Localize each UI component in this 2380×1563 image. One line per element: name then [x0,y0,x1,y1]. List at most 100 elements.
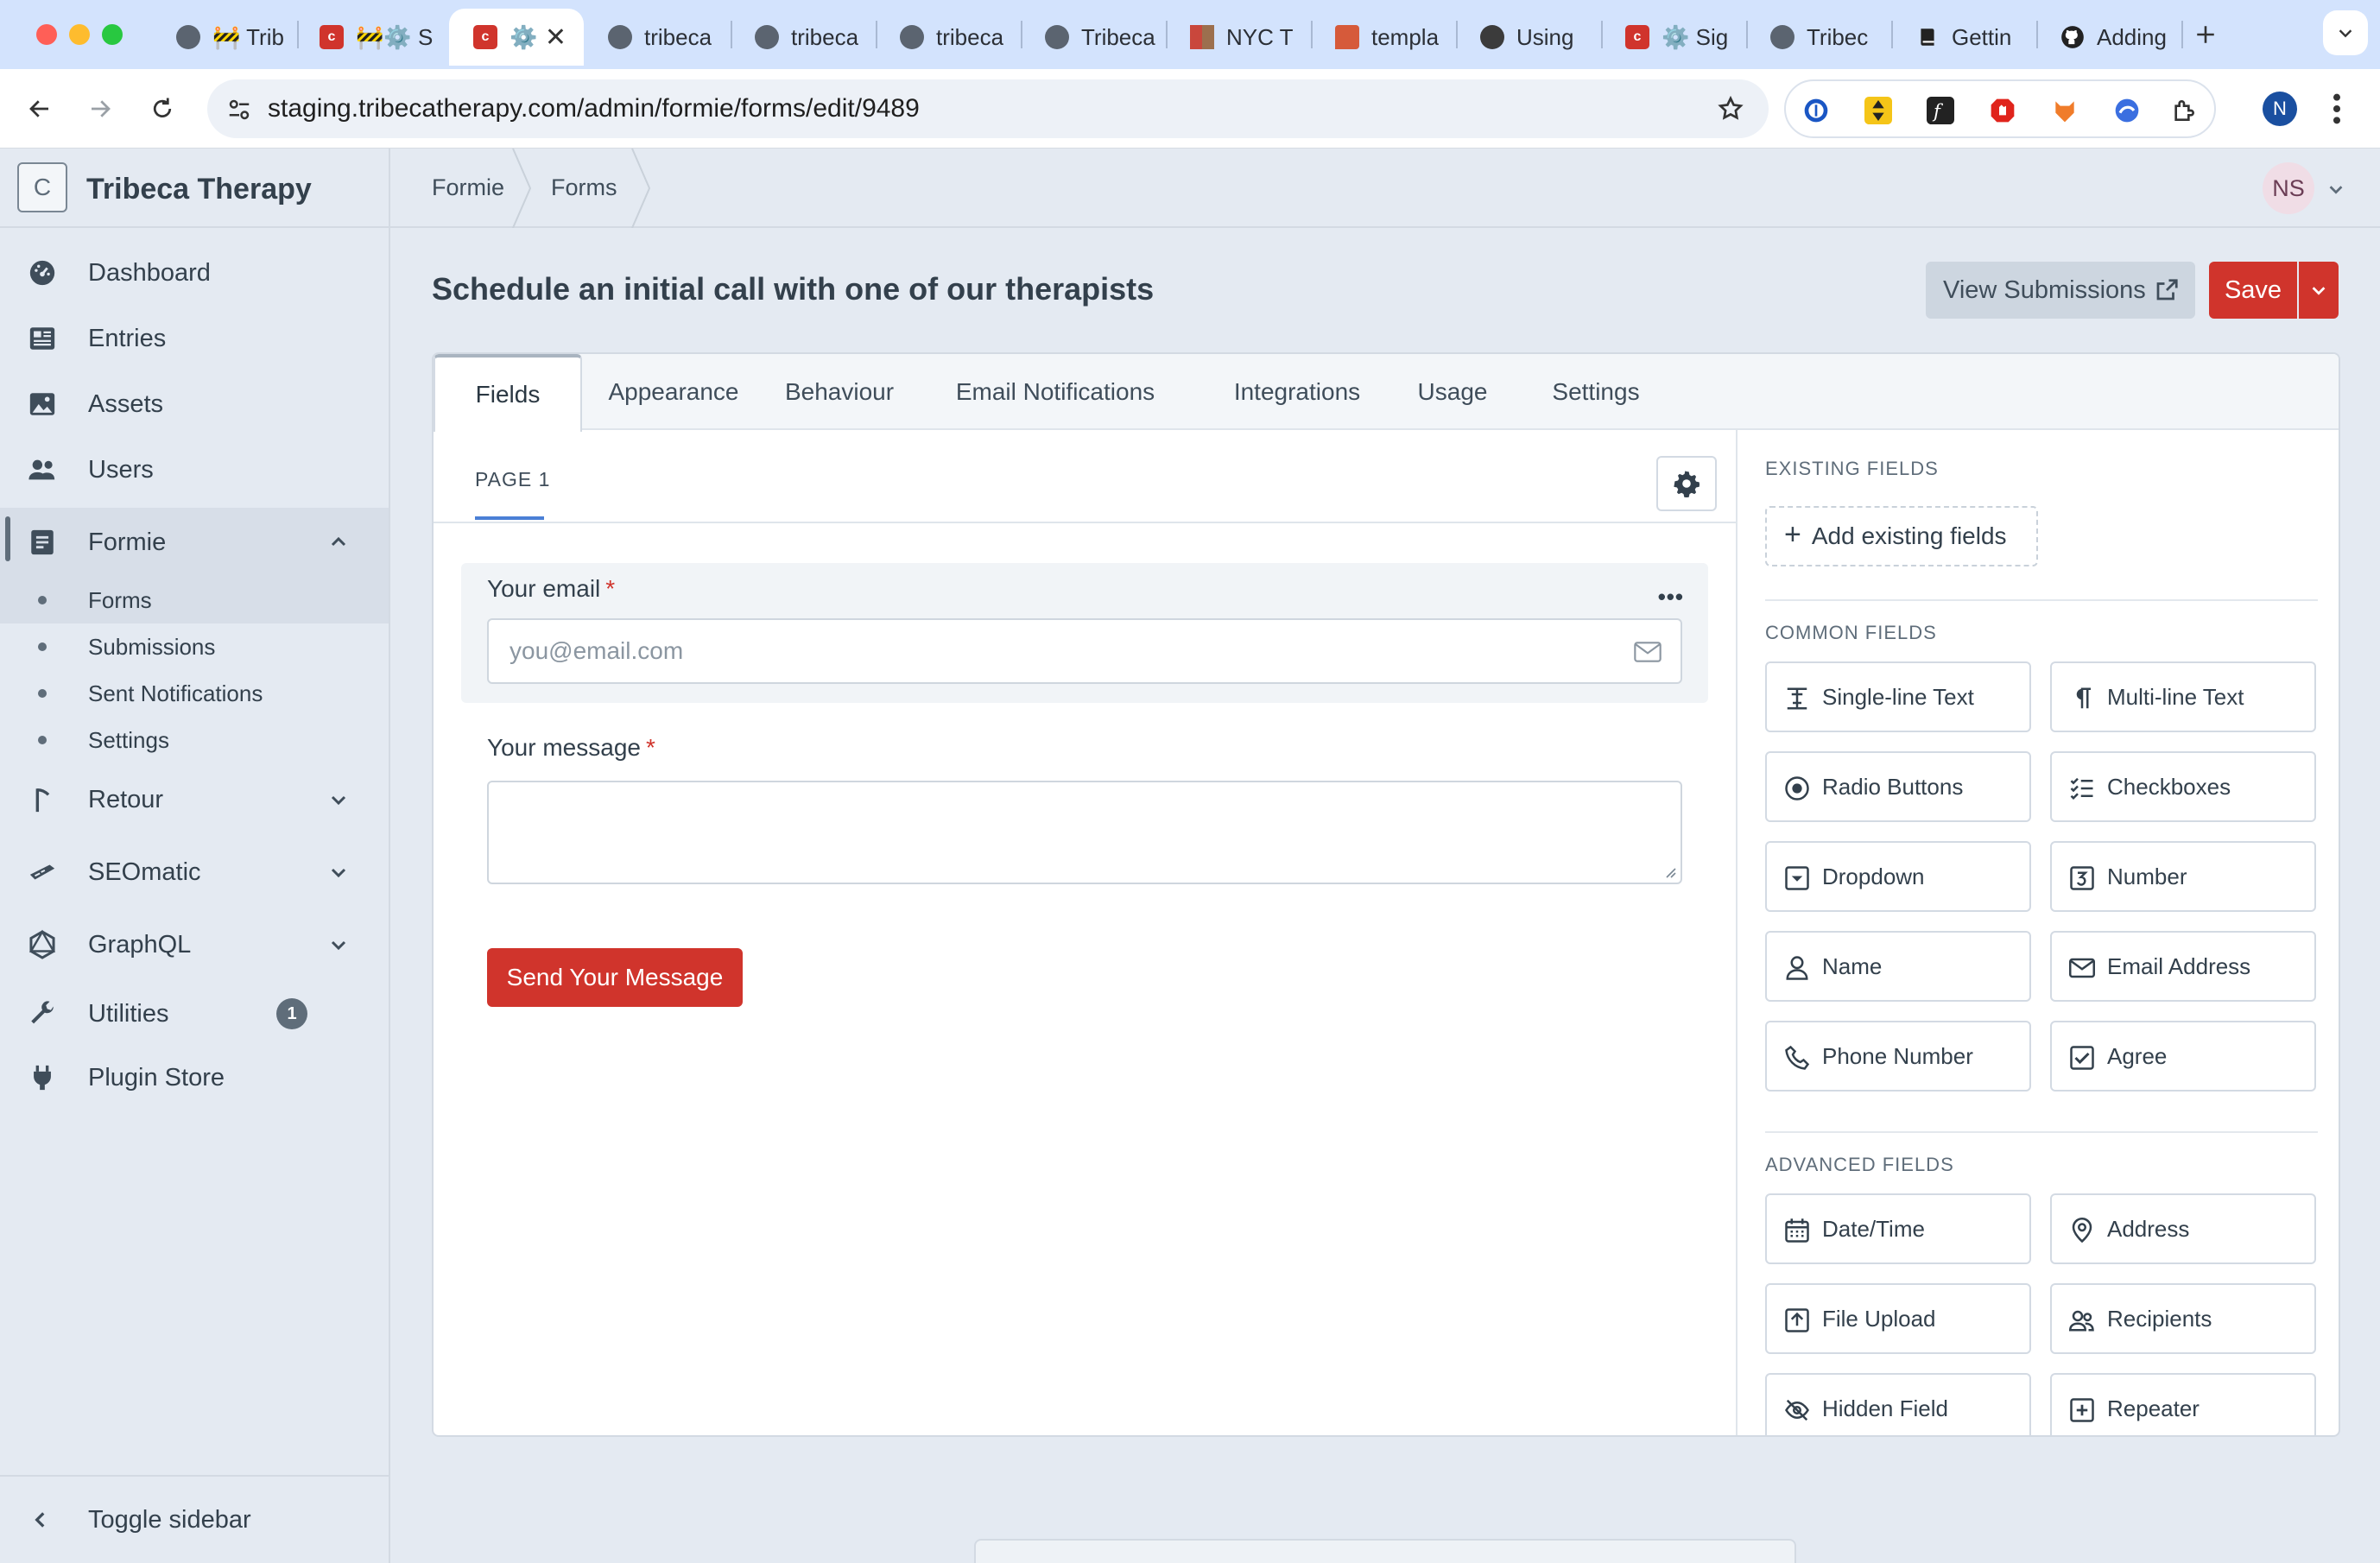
window-close-control[interactable] [36,24,57,45]
back-arrow-icon[interactable] [21,90,59,128]
sidebar-item-formie[interactable]: Formie [0,508,389,577]
email-field-block[interactable]: Your email * ••• you@email.com [461,563,1708,703]
chevron-down-icon[interactable] [328,789,349,810]
breadcrumb-separator [511,149,532,228]
site-settings-icon[interactable] [226,97,252,123]
email-input[interactable]: you@email.com [487,618,1682,684]
field-type-repeater[interactable]: Repeater [2050,1373,2316,1435]
tab-usage[interactable]: Usage [1401,354,1504,430]
browser-tab[interactable]: 🚧 Trib [152,9,295,66]
address-bar[interactable]: staging.tribecatherapy.com/admin/formie/… [207,79,1769,138]
reload-icon[interactable] [143,90,181,128]
field-type-dropdown[interactable]: Dropdown [1765,841,2031,912]
browser-tab[interactable]: NYC T [1166,9,1309,66]
sidebar-item-assets[interactable]: Assets [0,373,389,435]
field-type-recipients[interactable]: Recipients [2050,1283,2316,1354]
field-type-date-time[interactable]: Date/Time [1765,1193,2031,1264]
toggle-sidebar-button[interactable]: Toggle sidebar [0,1475,389,1563]
tab-email-notifications[interactable]: Email Notifications [926,354,1185,430]
submit-button[interactable]: Send Your Message [487,948,743,1007]
tab-behaviour[interactable]: Behaviour [762,354,917,430]
sidebar-item-retour[interactable]: Retour [0,769,389,831]
sidebar-item-dashboard[interactable]: Dashboard [0,242,389,304]
browser-tab[interactable]: tribeca [731,9,874,66]
site-logo[interactable]: C [17,162,67,212]
window-zoom-control[interactable] [102,24,123,45]
browser-tab[interactable]: tribeca [584,9,727,66]
field-type-multi-line-text[interactable]: Multi-line Text [2050,661,2316,732]
extensions-puzzle-icon[interactable] [2169,96,2199,125]
sidebar-item-utilities[interactable]: Utilities 1 [0,983,389,1045]
field-type-name[interactable]: Name [1765,931,2031,1002]
field-type-hidden-field[interactable]: Hidden Field [1765,1373,2031,1435]
breadcrumb-forms[interactable]: Forms [551,174,617,201]
tab-settings[interactable]: Settings [1518,354,1674,430]
field-more-options-icon[interactable]: ••• [1658,584,1684,611]
chevron-up-icon[interactable] [328,532,349,553]
sidebar-item-plugin-store[interactable]: Plugin Store [0,1047,389,1109]
sidebar-subitem-submissions[interactable]: Submissions [0,623,389,670]
view-submissions-button[interactable]: View Submissions [1926,262,2195,319]
close-tab-icon[interactable]: ✕ [545,22,567,53]
resize-grip-icon[interactable] [1662,864,1677,879]
forward-arrow-icon[interactable] [81,90,119,128]
sidebar-subitem-forms[interactable]: Forms [0,577,389,623]
sidebar-subitem-sent-notifications[interactable]: Sent Notifications [0,670,389,717]
field-type-checkboxes[interactable]: Checkboxes [2050,751,2316,822]
checklist-icon [2069,775,2095,801]
field-type-single-line-text[interactable]: Single-line Text [1765,661,2031,732]
page-tab[interactable]: PAGE 1 [475,468,550,491]
fox-extension-icon[interactable] [2050,96,2079,125]
sidebar-item-entries[interactable]: Entries [0,307,389,370]
site-name[interactable]: Tribeca Therapy [86,173,312,206]
save-button[interactable]: Save [2209,262,2297,319]
browser-tab[interactable]: Tribeca [1021,9,1164,66]
browser-tab[interactable]: c 🚧⚙️ S [295,9,439,66]
breadcrumb-formie[interactable]: Formie [432,174,504,201]
field-type-email-address[interactable]: Email Address [2050,931,2316,1002]
chevron-down-icon[interactable] [328,934,349,955]
page-settings-button[interactable] [1656,456,1717,511]
new-tab-plus-icon[interactable] [2188,17,2223,52]
user-avatar[interactable]: NS [2263,162,2314,214]
field-type-phone-number[interactable]: Phone Number [1765,1021,2031,1092]
plug-icon [26,1061,59,1094]
add-existing-fields-button[interactable]: + Add existing fields [1765,506,2038,566]
form-builder-canvas: PAGE 1 Your email * ••• you@email.com You… [434,430,1738,1435]
browser-profile-avatar[interactable]: N [2263,92,2297,126]
field-type-file-upload[interactable]: File Upload [1765,1283,2031,1354]
field-type-agree[interactable]: Agree [2050,1021,2316,1092]
tab-appearance[interactable]: Appearance [596,354,751,430]
arrows-extension-icon[interactable] [1864,96,1893,125]
browser-tab[interactable]: Gettin [1891,9,2035,66]
tab-integrations[interactable]: Integrations [1211,354,1383,430]
chevron-down-icon[interactable] [328,862,349,883]
message-textarea[interactable] [487,781,1682,884]
field-type-number[interactable]: Number [2050,841,2316,912]
browser-tab[interactable]: tribeca [876,9,1019,66]
browser-tab[interactable]: Using [1456,9,1599,66]
browser-menu-icon[interactable] [2332,92,2342,126]
browser-tab[interactable]: Adding [2036,9,2180,66]
tab-search-chevron-icon[interactable] [2323,10,2368,55]
sidebar-item-seomatic[interactable]: SEOmatic [0,841,389,903]
password-manager-icon[interactable] [1801,96,1831,125]
tab-fields[interactable]: Fields [434,354,582,432]
chevron-down-icon[interactable] [2326,180,2345,199]
adblock-icon[interactable] [1988,96,2017,125]
message-field-label[interactable]: Your message * [487,734,655,762]
sidebar-item-graphql[interactable]: GraphQL [0,914,389,976]
sidebar-subitem-settings[interactable]: Settings [0,717,389,763]
browser-tab[interactable]: templa [1311,9,1454,66]
browser-tab-active[interactable]: c ⚙️ ✕ [449,9,584,66]
window-minimize-control[interactable] [69,24,90,45]
field-type-radio-buttons[interactable]: Radio Buttons [1765,751,2031,822]
browser-tab[interactable]: Tribec [1746,9,1889,66]
font-extension-icon[interactable]: f [1926,96,1955,125]
blue-extension-icon[interactable] [2112,96,2142,125]
field-type-address[interactable]: Address [2050,1193,2316,1264]
browser-tab[interactable]: c ⚙️ Sig [1601,9,1744,66]
save-options-button[interactable] [2299,262,2339,319]
bookmark-star-icon[interactable] [1717,95,1744,123]
sidebar-item-users[interactable]: Users [0,439,389,501]
